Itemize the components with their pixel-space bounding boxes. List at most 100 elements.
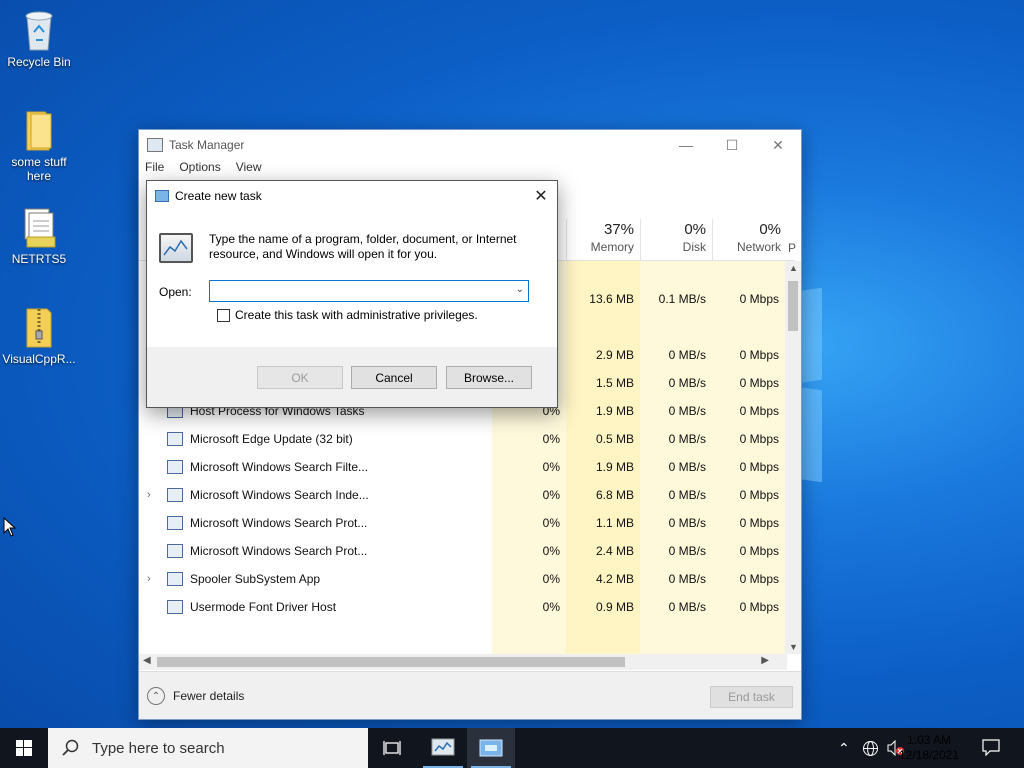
scroll-down-icon[interactable]: ▼ bbox=[789, 642, 798, 652]
disk-label: Disk bbox=[682, 240, 706, 254]
table-row[interactable]: Microsoft Windows Search Prot... 0% 1.1 MB… bbox=[139, 509, 787, 537]
menu-options[interactable]: Options bbox=[179, 160, 220, 180]
process-icon bbox=[167, 544, 183, 558]
taskbar-run-dialog[interactable] bbox=[467, 728, 515, 768]
scroll-left-icon[interactable]: ◀ bbox=[143, 655, 151, 666]
process-mem-value: 1.1 MB bbox=[595, 516, 634, 530]
process-net-value: 0 Mbps bbox=[739, 516, 779, 530]
process-disk-value: 0 MB/s bbox=[668, 488, 706, 502]
process-mem-value: 1.9 MB bbox=[595, 404, 634, 418]
table-row[interactable]: Microsoft Windows Search Prot... 0% 2.4 MB… bbox=[139, 537, 787, 565]
create-new-task-dialog: Create new task ✕ Type the name of a pro… bbox=[146, 180, 558, 408]
process-disk-value: 0.1 MB/s bbox=[658, 292, 706, 306]
task-view-icon bbox=[383, 741, 401, 755]
process-name: Microsoft Windows Search Prot... bbox=[190, 516, 368, 530]
process-net-value: 0 Mbps bbox=[739, 432, 779, 446]
desktop-icon-visualcppr[interactable]: VisualCppR... bbox=[1, 305, 77, 366]
column-header-memory[interactable]: 37% Memory bbox=[566, 219, 640, 261]
show-hidden-icons-chevron-icon[interactable]: ⌃ bbox=[838, 740, 850, 757]
process-icon bbox=[167, 460, 183, 474]
process-icon bbox=[167, 600, 183, 614]
process-net-value: 0 Mbps bbox=[739, 460, 779, 474]
table-row[interactable]: Usermode Font Driver Host 0% 0.9 MB 0 MB/s 0… bbox=[139, 593, 787, 621]
window-title: Task Manager bbox=[169, 138, 245, 152]
process-name: Usermode Font Driver Host bbox=[190, 600, 337, 614]
clock[interactable]: 1:03 AM 12/18/2021 bbox=[894, 733, 964, 763]
scroll-up-icon[interactable]: ▲ bbox=[789, 263, 798, 273]
scroll-right-icon[interactable]: ▶ bbox=[761, 655, 769, 666]
minimize-button[interactable]: — bbox=[663, 130, 709, 160]
end-task-button[interactable]: End task bbox=[710, 686, 793, 708]
table-row[interactable]: Microsoft Edge Update (32 bit) 0% 0.5 MB 0 … bbox=[139, 425, 787, 453]
column-header-disk[interactable]: 0% Disk bbox=[640, 219, 712, 261]
taskbar-task-manager[interactable] bbox=[419, 728, 467, 768]
network-globe-icon[interactable] bbox=[862, 740, 879, 760]
process-net-value: 0 Mbps bbox=[739, 292, 779, 306]
process-name: Microsoft Edge Update (32 bit) bbox=[190, 432, 353, 446]
process-disk-value: 0 MB/s bbox=[668, 460, 706, 474]
run-icon bbox=[155, 190, 169, 202]
search-placeholder: Type here to search bbox=[92, 739, 225, 757]
process-net-value: 0 Mbps bbox=[739, 404, 779, 418]
expand-chevron-icon[interactable]: › bbox=[147, 489, 151, 501]
process-mem-value: 13.6 MB bbox=[589, 292, 634, 306]
desktop-icon-label: NETRTS5 bbox=[11, 252, 67, 266]
table-row[interactable]: › Spooler SubSystem App 0% 4.2 MB 0 MB/s 0 Mb… bbox=[139, 565, 787, 593]
network-label: Network bbox=[736, 240, 781, 254]
admin-privileges-label: Create this task with administrative pri… bbox=[235, 308, 478, 322]
column-header-network[interactable]: 0% Network bbox=[712, 219, 787, 261]
process-net-value: 0 Mbps bbox=[739, 544, 779, 558]
process-mem-value: 2.9 MB bbox=[595, 348, 634, 362]
taskbar: Type here to search ⌃ 1:03 AM 12/18/2021 bbox=[0, 728, 1024, 768]
process-name: Microsoft Windows Search Filte... bbox=[190, 460, 369, 474]
task-view-button[interactable] bbox=[368, 728, 416, 768]
process-disk-value: 0 MB/s bbox=[668, 516, 706, 530]
desktop-icon-netrts5[interactable]: NETRTS5 bbox=[1, 205, 77, 266]
process-icon bbox=[167, 572, 183, 586]
clock-date: 12/18/2021 bbox=[898, 748, 960, 762]
ok-button[interactable]: OK bbox=[257, 366, 343, 389]
horizontal-scrollbar[interactable]: ◀ ▶ bbox=[139, 654, 787, 670]
process-mem-value: 1.9 MB bbox=[595, 460, 634, 474]
process-cpu-value: 0% bbox=[542, 572, 560, 586]
action-center-icon[interactable] bbox=[982, 738, 1000, 759]
wallpaper-windows-logo bbox=[790, 287, 870, 490]
task-manager-icon bbox=[147, 138, 163, 152]
network-percent: 0% bbox=[759, 221, 781, 238]
taskbar-search-box[interactable]: Type here to search bbox=[48, 728, 368, 768]
maximize-button[interactable]: ☐ bbox=[709, 130, 755, 160]
open-input[interactable] bbox=[210, 281, 500, 301]
search-icon bbox=[62, 739, 80, 757]
table-row[interactable]: › Microsoft Windows Search Inde... 0% 6.8 M… bbox=[139, 481, 787, 509]
process-name: Microsoft Windows Search Inde... bbox=[190, 488, 369, 502]
process-icon bbox=[167, 488, 183, 502]
process-cpu-value: 0% bbox=[542, 432, 560, 446]
fewer-details-button[interactable]: ⌃ Fewer details bbox=[147, 687, 244, 705]
admin-privileges-checkbox[interactable]: Create this task with administrative pri… bbox=[217, 308, 478, 322]
menu-file[interactable]: File bbox=[145, 160, 164, 180]
process-cpu-value: 0% bbox=[542, 488, 560, 502]
close-button[interactable]: ✕ bbox=[755, 130, 801, 160]
dialog-close-button[interactable]: ✕ bbox=[529, 184, 553, 208]
memory-label: Memory bbox=[590, 240, 634, 254]
desktop-icon-some-stuff-here[interactable]: some stuff here bbox=[1, 108, 77, 183]
start-button[interactable] bbox=[0, 728, 48, 768]
table-row[interactable]: Microsoft Windows Search Filte... 0% 1.9 M… bbox=[139, 453, 787, 481]
cancel-button[interactable]: Cancel bbox=[351, 366, 437, 389]
open-combobox[interactable]: ⌄ bbox=[209, 280, 529, 302]
expand-chevron-icon[interactable]: › bbox=[147, 573, 151, 585]
dialog-titlebar[interactable]: Create new task bbox=[147, 181, 557, 211]
task-manager-icon bbox=[431, 738, 455, 756]
dialog-button-area: OK Cancel Browse... bbox=[147, 347, 557, 407]
vertical-scrollbar[interactable]: ▲ ▼ bbox=[785, 261, 801, 654]
documents-icon bbox=[19, 205, 59, 249]
chevron-down-icon[interactable]: ⌄ bbox=[516, 284, 524, 295]
process-net-value: 0 Mbps bbox=[739, 376, 779, 390]
process-disk-value: 0 MB/s bbox=[668, 348, 706, 362]
checkbox-box[interactable] bbox=[217, 308, 230, 322]
menu-view[interactable]: View bbox=[236, 160, 262, 180]
browse-button[interactable]: Browse... bbox=[446, 366, 532, 389]
desktop-icon-label: some stuff here bbox=[11, 155, 67, 183]
column-header-power-partial[interactable]: P bbox=[788, 241, 796, 255]
desktop-icon-recycle-bin[interactable]: Recycle Bin bbox=[1, 8, 77, 69]
